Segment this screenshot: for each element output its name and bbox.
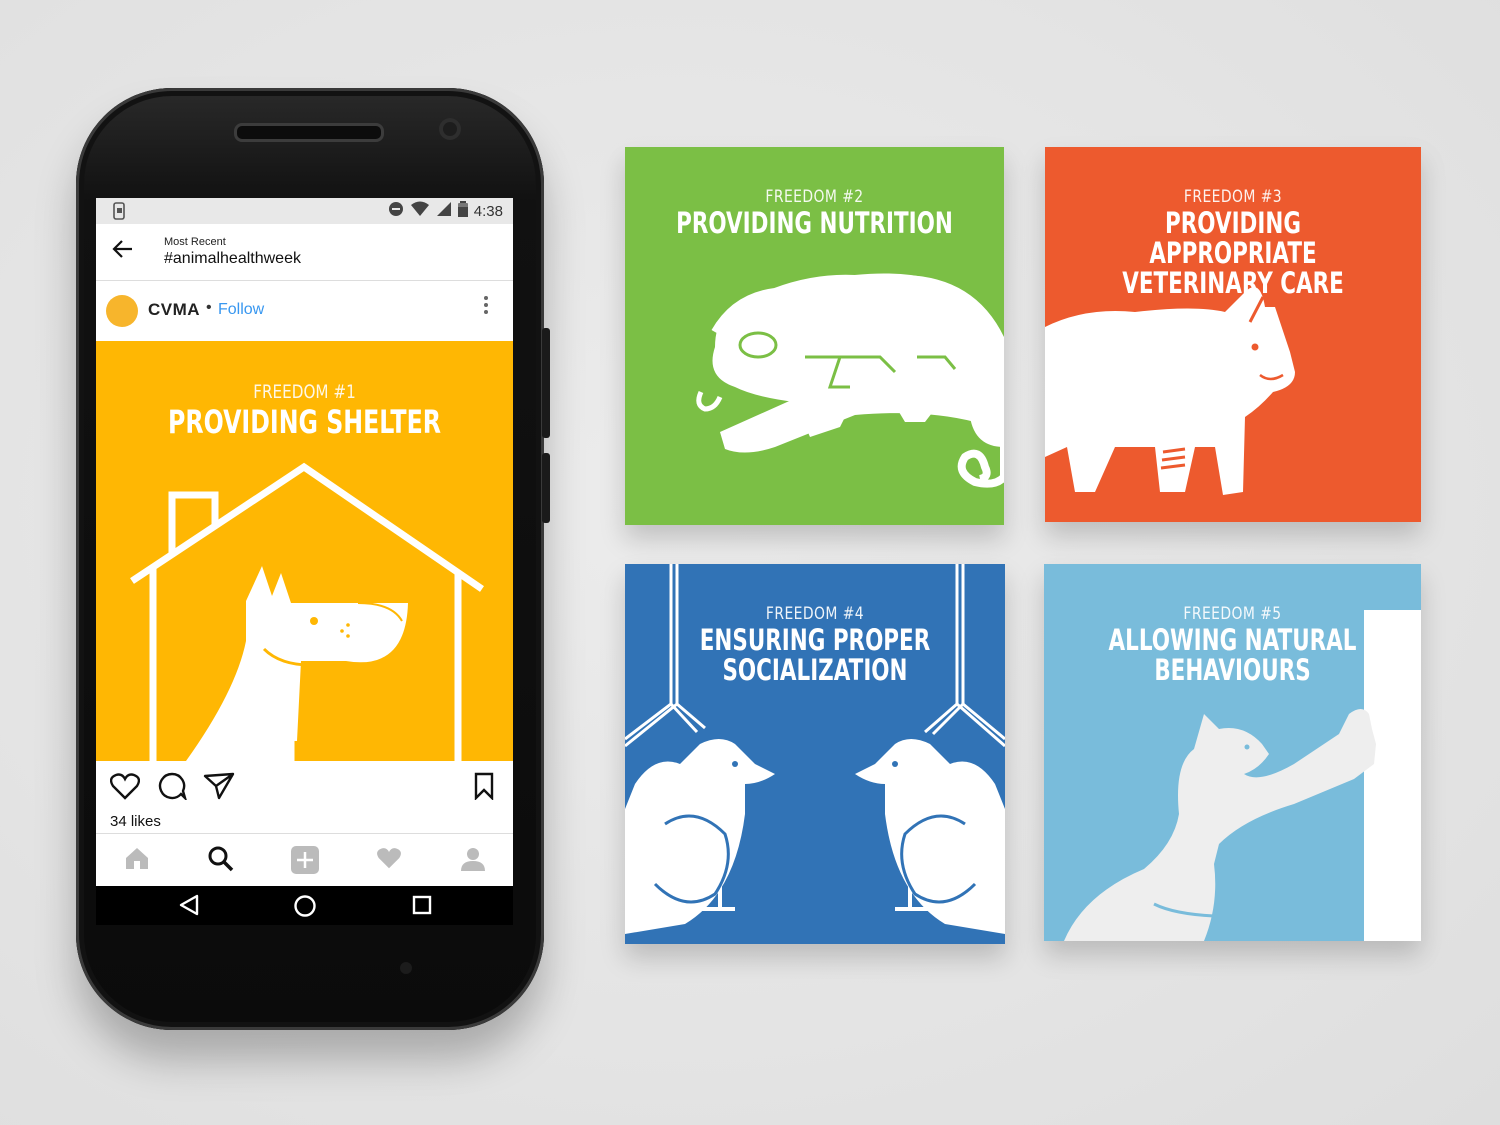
chameleon-illustration xyxy=(696,273,1004,488)
pig-illustration xyxy=(1045,287,1295,495)
post-image[interactable]: FREEDOM #1 PROVIDING SHELTER xyxy=(96,341,513,761)
signal-icon xyxy=(436,201,452,221)
post-header: CVMA • Follow xyxy=(96,281,513,341)
earpiece-speaker xyxy=(234,123,384,142)
header-hashtag: #animalhealthweek xyxy=(164,250,301,267)
comment-icon[interactable] xyxy=(157,772,188,805)
follow-button[interactable]: Follow xyxy=(218,301,264,319)
post-username[interactable]: CVMA xyxy=(148,300,200,320)
status-time: 4:38 xyxy=(473,202,503,220)
nav-recents-icon[interactable] xyxy=(411,894,433,921)
back-arrow-icon[interactable] xyxy=(112,236,134,267)
likes-count[interactable]: 34 likes xyxy=(110,813,161,830)
heart-icon[interactable] xyxy=(109,772,141,805)
power-button xyxy=(542,453,550,523)
do-not-disturb-icon xyxy=(388,201,404,221)
card-title: ENSURING PROPER SOCIALIZATION xyxy=(699,623,931,687)
profile-icon[interactable] xyxy=(460,846,486,877)
dog-house-illustration xyxy=(130,462,484,761)
header-subtitle: Most Recent xyxy=(164,236,226,248)
add-post-icon[interactable] xyxy=(291,846,319,879)
phone-screen: 4:38 Most Recent #animalhealthweek CVMA … xyxy=(96,198,513,925)
wifi-icon xyxy=(410,201,430,221)
nav-home-icon[interactable] xyxy=(293,894,317,923)
volume-button xyxy=(542,328,550,438)
status-bar: 4:38 xyxy=(96,198,513,224)
microphone-hole xyxy=(400,962,412,974)
bookmark-icon[interactable] xyxy=(473,772,495,805)
username-separator: • xyxy=(206,299,212,316)
freedom-card-2: FREEDOM #2 PROVIDING NUTRITION xyxy=(625,147,1004,525)
freedom-card-3: FREEDOM #3 PROVIDING APPROPRIATE VETERIN… xyxy=(1045,147,1421,522)
battery-icon xyxy=(457,201,468,221)
post-actions xyxy=(96,768,513,808)
search-icon[interactable] xyxy=(208,846,234,877)
bottom-tab-bar xyxy=(96,833,513,886)
card-kicker: FREEDOM #5 xyxy=(1183,604,1282,624)
hashtag-header: Most Recent #animalhealthweek xyxy=(96,224,513,281)
nav-back-icon[interactable] xyxy=(178,894,200,921)
freedom-card-5: FREEDOM #5 ALLOWING NATURAL BEHAVIOURS xyxy=(1044,564,1421,941)
card-title: ALLOWING NATURAL BEHAVIOURS xyxy=(1108,623,1357,687)
front-camera xyxy=(439,118,461,140)
share-icon[interactable] xyxy=(203,772,235,805)
more-options-icon[interactable] xyxy=(483,295,489,315)
home-icon[interactable] xyxy=(124,846,150,875)
activity-heart-icon[interactable] xyxy=(376,846,402,875)
phone-device: 4:38 Most Recent #animalhealthweek CVMA … xyxy=(76,88,550,1030)
notification-icon xyxy=(112,202,126,224)
freedom-card-4: FREEDOM #4 ENSURING PROPER SOCIALIZATION xyxy=(625,564,1005,944)
card-kicker: FREEDOM #4 xyxy=(765,604,865,624)
avatar[interactable] xyxy=(106,295,138,327)
android-nav-bar xyxy=(96,886,513,925)
